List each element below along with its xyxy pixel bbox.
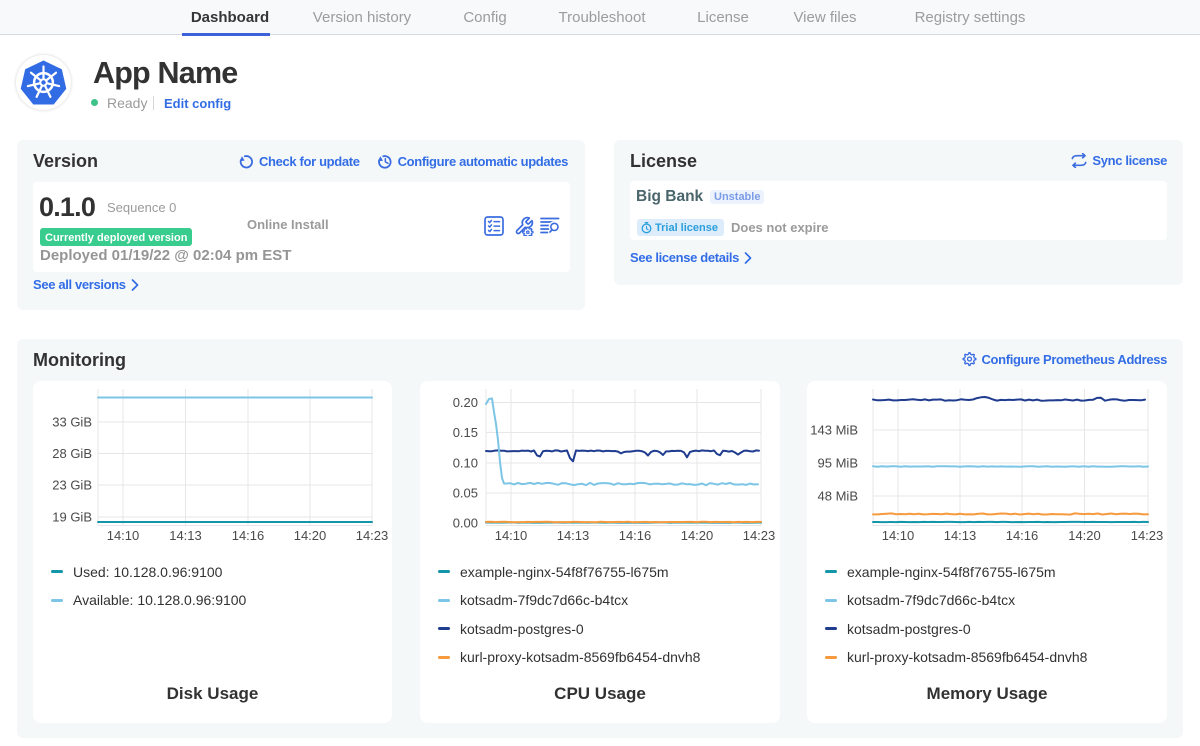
svg-text:33 GiB: 33 GiB xyxy=(52,415,92,430)
svg-text:14:16: 14:16 xyxy=(232,528,265,543)
svg-text:14:10: 14:10 xyxy=(107,528,140,543)
svg-text:14:16: 14:16 xyxy=(619,528,652,543)
svg-text:48 MiB: 48 MiB xyxy=(818,489,858,504)
svg-text:14:20: 14:20 xyxy=(681,528,714,543)
svg-text:0.15: 0.15 xyxy=(453,425,478,440)
svg-text:14:23: 14:23 xyxy=(743,528,776,543)
svg-text:14:23: 14:23 xyxy=(1131,528,1164,543)
svg-text:28 GiB: 28 GiB xyxy=(52,446,92,461)
svg-text:95 MiB: 95 MiB xyxy=(818,456,858,471)
svg-text:0.00: 0.00 xyxy=(453,516,478,531)
svg-text:14:13: 14:13 xyxy=(944,528,977,543)
svg-text:0.10: 0.10 xyxy=(453,456,478,471)
svg-text:0.20: 0.20 xyxy=(453,395,478,410)
svg-text:14:16: 14:16 xyxy=(1006,528,1039,543)
svg-text:0.05: 0.05 xyxy=(453,486,478,501)
svg-text:14:10: 14:10 xyxy=(882,528,915,543)
svg-text:23 GiB: 23 GiB xyxy=(52,478,92,493)
svg-text:14:10: 14:10 xyxy=(495,528,528,543)
svg-text:143 MiB: 143 MiB xyxy=(810,423,858,438)
svg-text:14:20: 14:20 xyxy=(294,528,327,543)
svg-text:14:13: 14:13 xyxy=(169,528,202,543)
svg-text:19 GiB: 19 GiB xyxy=(52,510,92,525)
svg-text:14:13: 14:13 xyxy=(557,528,590,543)
svg-text:14:23: 14:23 xyxy=(356,528,389,543)
svg-text:14:20: 14:20 xyxy=(1068,528,1101,543)
